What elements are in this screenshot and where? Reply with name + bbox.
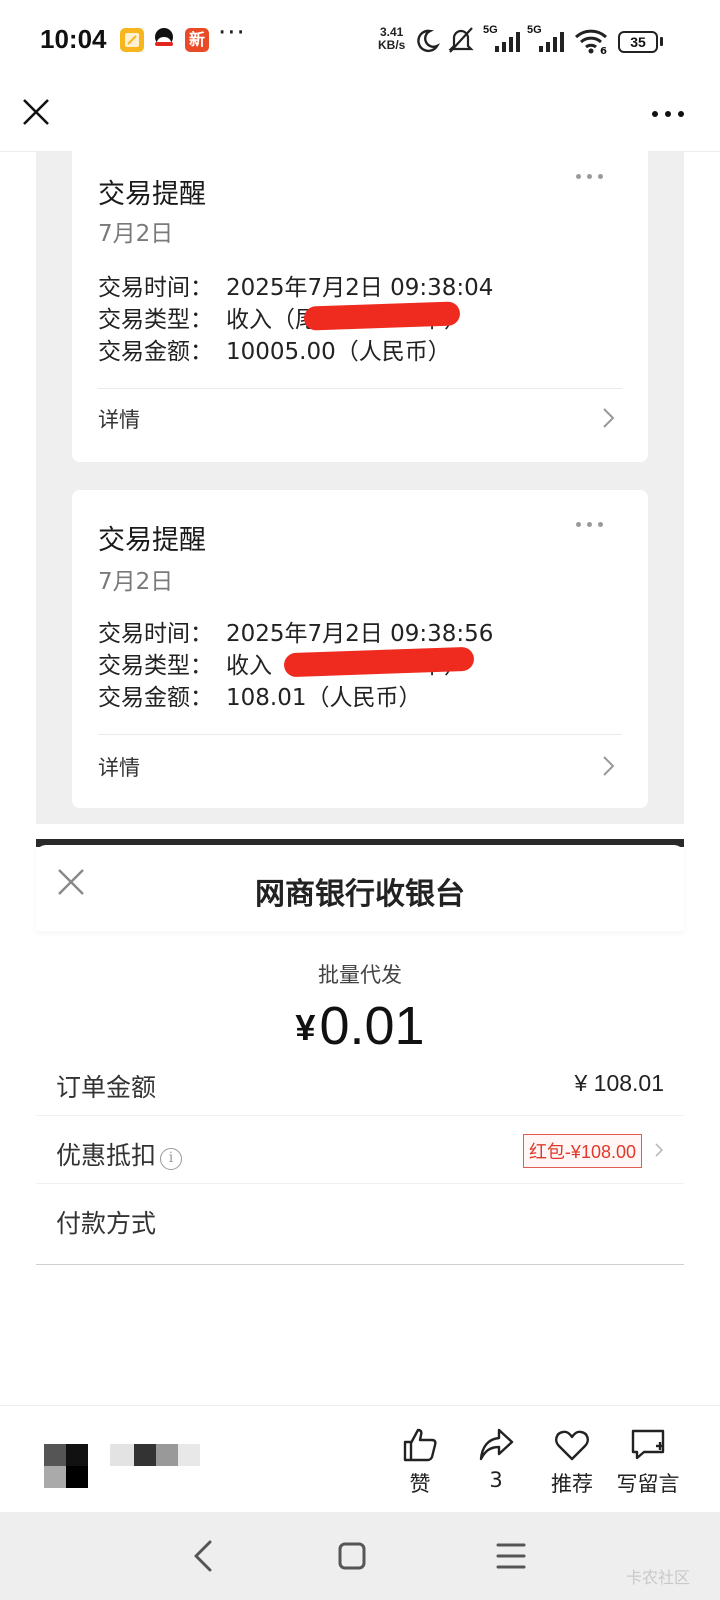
network-speed-unit: KB/s [378,38,406,52]
discount-label: 优惠抵扣 [56,1141,157,1170]
status-bar: 10:04 新 ··· 3.41 KB/s 5G 5G 6 35 [0,0,720,80]
info-icon: i [160,1148,183,1170]
heart-icon [555,1430,589,1461]
transaction-screenshot: 交易提醒 7月2日 交易时间： 2025年7月2日 09:38:04 交易类型：收… [36,142,684,824]
like-button[interactable]: 赞 [380,1426,460,1498]
card-date: 7月2日 [98,221,174,247]
amount-label: 交易金额： [98,339,213,365]
author-name-mosaic[interactable] [110,1444,200,1468]
moon-icon [417,29,440,53]
chevron-right-icon [603,756,615,776]
transaction-time-row: 交易时间： 2025年7月2日 09:38:04 [98,268,493,302]
card-title: 交易提醒 [98,525,206,556]
like-label: 赞 [409,1472,431,1496]
order-amount-value: ¥ 108.01 [574,1070,664,1096]
transaction-amount-row: 交易金额： 10005.00（人民币） [98,332,451,366]
recommend-button[interactable]: 推荐 [532,1426,612,1498]
chevron-right-icon [603,408,615,428]
chevron-right-icon [655,1143,664,1157]
card-more-icon [576,174,608,182]
order-amount-row: 订单金额 ¥ 108.01 [36,1048,684,1116]
share-button[interactable]: 3 [456,1426,536,1492]
detail-link[interactable]: 详情 [98,752,140,782]
payment-method-label: 付款方式 [56,1209,157,1238]
transaction-time-row: 交易时间： 2025年7月2日 09:38:56 [98,614,493,648]
time-label: 交易时间： [98,621,213,647]
amount-label: 交易金额： [98,685,213,711]
back-icon[interactable] [184,1536,224,1576]
cashier-screenshot: 网商银行收银台 批量代发 ¥0.01 订单金额 ¥ 108.01 优惠抵扣 i 红… [36,845,684,1265]
share-count: 3 [489,1468,503,1492]
detail-link[interactable]: 详情 [98,404,140,434]
transaction-card: 交易提醒 7月2日 交易时间：2025年7月2日 09:38:56 交易类型：收… [72,490,648,808]
article-action-bar: 赞 3 推荐 写留言 [0,1405,720,1512]
comment-add-icon [631,1429,665,1460]
card-divider [98,734,622,735]
transaction-amount-row: 交易金额： 108.01（人民币） [98,678,421,712]
avatar[interactable] [44,1444,88,1488]
signal-bars-icon-1 [495,32,520,52]
transaction-card: 交易提醒 7月2日 交易时间： 2025年7月2日 09:38:04 交易类型：收… [72,142,648,462]
amount-number: 0.01 [319,996,425,1056]
battery-tip [660,37,663,46]
time-value: 2025年7月2日 09:38:04 [226,275,494,301]
discount-row: 优惠抵扣 i 红包-¥108.00 [36,1116,684,1184]
battery-indicator: 35 [618,31,658,53]
cashier-title: 网商银行收银台 [255,877,465,912]
time-label: 交易时间： [98,275,213,301]
more-dot [665,111,671,117]
payment-subtitle: 批量代发 [318,963,402,987]
type-label: 交易类型： [98,307,213,333]
card-more-icon [576,522,608,530]
share-arrow-icon [479,1428,514,1461]
news-app-icon: 新 [185,28,209,52]
more-options-button[interactable] [650,102,686,126]
order-amount-label: 订单金额 [56,1073,157,1102]
time-value: 2025年7月2日 09:38:56 [226,621,494,647]
watermark: 卡农社区 [626,1568,691,1587]
close-icon[interactable] [18,94,54,130]
card-date: 7月2日 [98,569,174,595]
payment-method-row: 付款方式 [36,1184,684,1252]
bell-muted-icon [448,27,474,53]
currency-symbol: ¥ [295,1007,316,1048]
write-comment-label: 写留言 [616,1472,680,1496]
qq-penguin-icon [152,28,176,52]
screenshot-bottom-edge [36,1264,684,1265]
system-navigation-bar [0,1512,720,1600]
cashier-header: 网商银行收银台 [36,845,684,931]
amount-value: 10005.00（人民币） [226,339,451,365]
type-label: 交易类型： [98,653,213,679]
card-divider [98,388,622,389]
status-time: 10:04 [40,24,107,54]
wifi-sub: 6 [600,46,607,57]
card-title: 交易提醒 [98,179,206,210]
thumbs-up-icon [403,1428,437,1462]
network-speed: 3.41 KB/s [378,26,405,52]
more-notifications-icon: ··· [218,18,246,48]
more-dot [678,111,684,117]
notes-app-icon [120,28,144,52]
menu-icon[interactable] [492,1536,532,1576]
amount-value: 108.01（人民币） [226,685,422,711]
signal-bars-icon-2 [539,32,564,52]
home-icon[interactable] [332,1536,372,1576]
more-dot [652,111,658,117]
write-comment-button[interactable]: 写留言 [608,1426,688,1498]
coupon-badge: 红包-¥108.00 [522,1134,642,1168]
recommend-label: 推荐 [551,1472,593,1496]
